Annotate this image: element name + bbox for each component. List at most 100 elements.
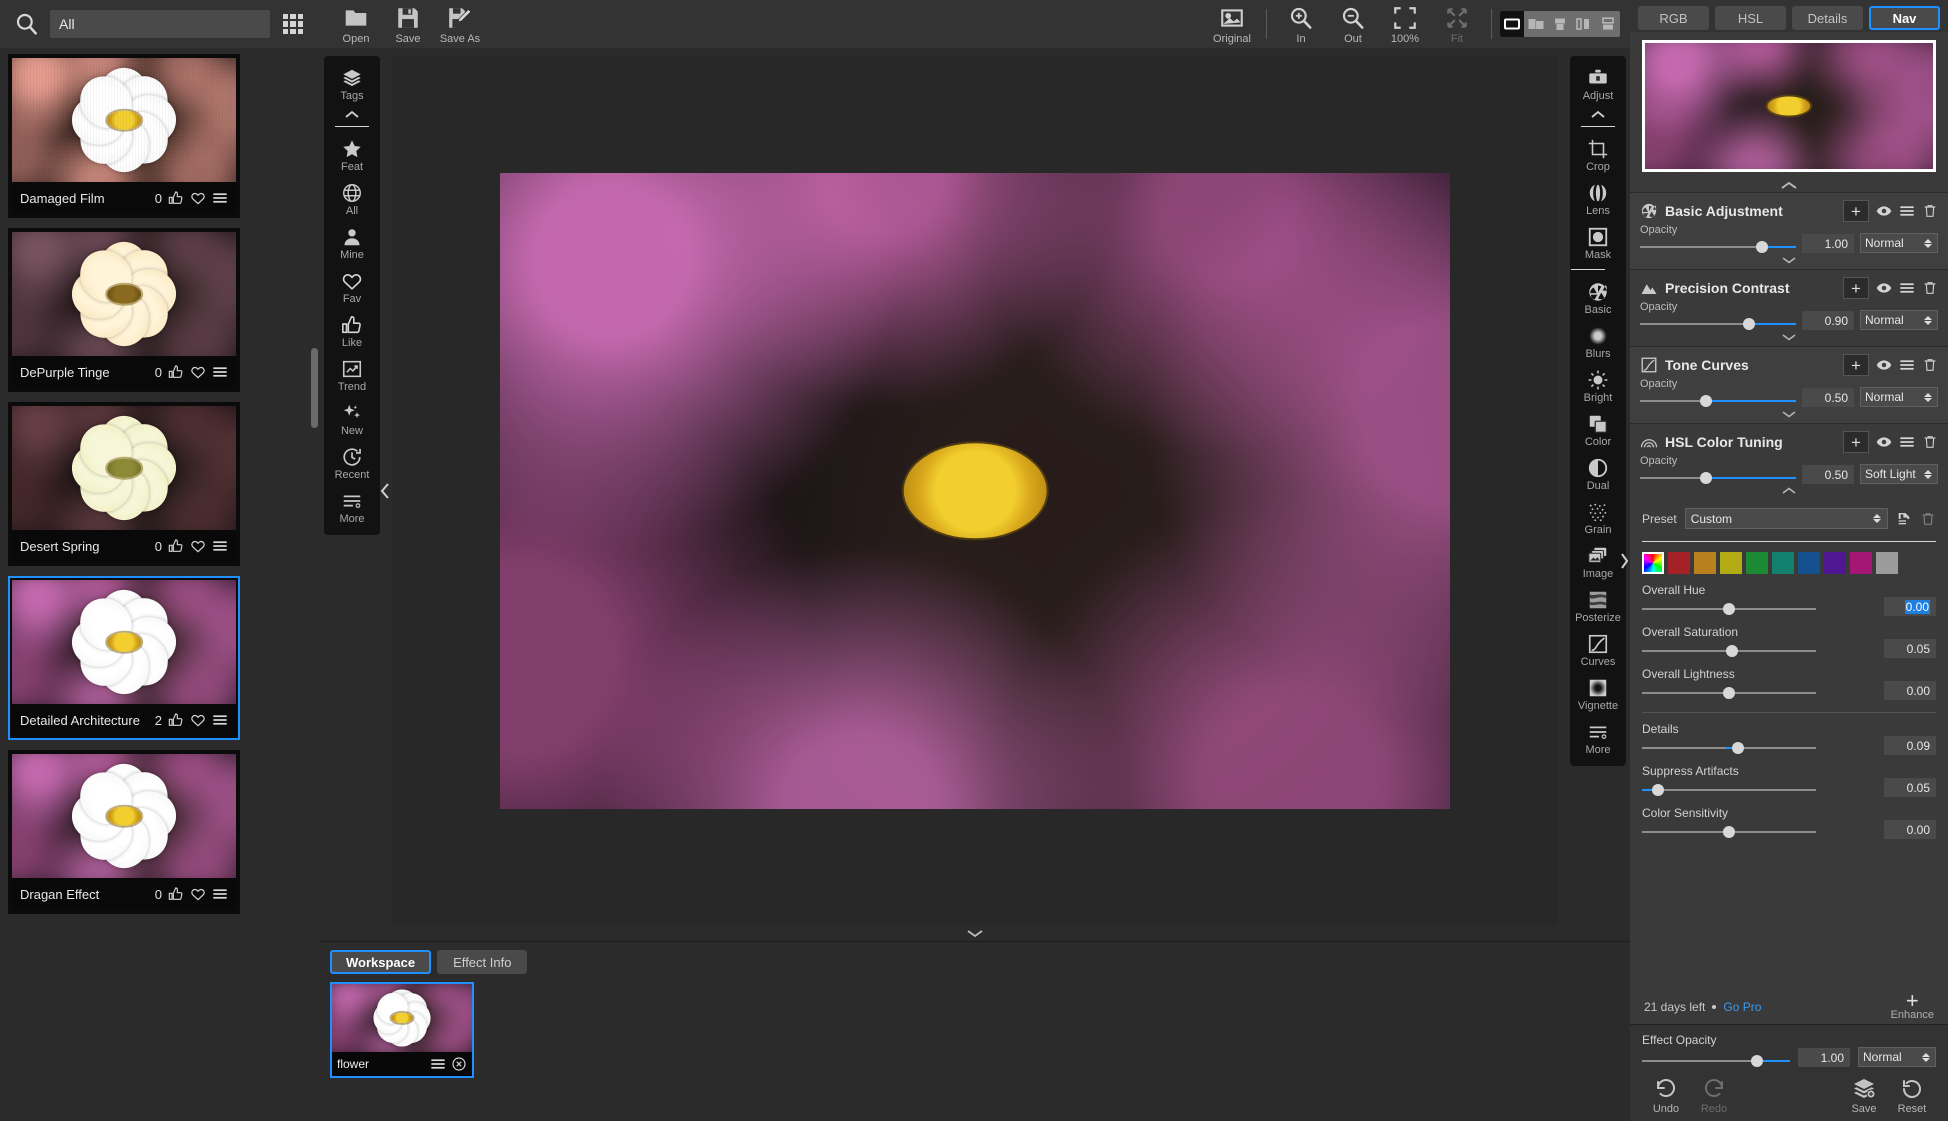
color-swatch-yellow[interactable] (1720, 552, 1742, 574)
rail-item-like[interactable]: Like (325, 309, 379, 353)
heart-icon[interactable] (190, 886, 206, 902)
trash-icon[interactable] (1922, 434, 1938, 450)
heart-icon[interactable] (190, 364, 206, 380)
view-mode-group[interactable] (1500, 11, 1620, 37)
search-input[interactable] (50, 10, 270, 38)
out-button[interactable]: Out (1327, 3, 1379, 45)
add-layer-button[interactable]: + (1843, 200, 1869, 222)
workspace-item[interactable]: flower (330, 982, 474, 1078)
rail-item-image[interactable]: Image (1571, 540, 1625, 584)
layer-expand-chevron[interactable] (1640, 484, 1938, 498)
layer-tone-curves[interactable]: Tone Curves+Opacity0.50Normal (1630, 346, 1948, 423)
opacity-value[interactable]: 0.90 (1802, 311, 1854, 330)
color-swatch-all-colors[interactable] (1642, 552, 1664, 574)
single-view[interactable] (1500, 11, 1524, 37)
hamburger-icon[interactable] (1899, 357, 1915, 373)
save-as-button[interactable]: Save As (434, 3, 486, 45)
thumbs-up-icon[interactable] (168, 364, 184, 380)
100-button[interactable]: 100% (1379, 3, 1431, 45)
eye-icon[interactable] (1876, 203, 1892, 219)
side-by-side-view[interactable] (1572, 11, 1596, 37)
slider-control[interactable] (1642, 742, 1816, 754)
save-preset-icon[interactable] (1896, 511, 1912, 527)
opacity-slider[interactable] (1640, 241, 1796, 253)
opacity-slider[interactable] (1640, 395, 1796, 407)
slider-control[interactable] (1642, 603, 1816, 615)
tab-workspace[interactable]: Workspace (330, 950, 431, 974)
add-layer-button[interactable]: + (1843, 277, 1869, 299)
preset-card[interactable]: Desert Spring0 (8, 402, 240, 566)
slider-control[interactable] (1642, 826, 1816, 838)
slider-value[interactable]: 0.00 (1884, 597, 1936, 616)
rail-item-all[interactable]: All (325, 177, 379, 221)
right-rail-collapse-chevron[interactable] (1590, 106, 1606, 122)
bottom-panel-collapse-chevron[interactable] (320, 925, 1630, 941)
color-swatch-red[interactable] (1668, 552, 1690, 574)
add-layer-button[interactable]: + (1843, 431, 1869, 453)
preset-card[interactable]: Detailed Architecture2 (8, 576, 240, 740)
hamburger-icon[interactable] (212, 538, 228, 554)
rail-item-lens[interactable]: Lens (1571, 177, 1625, 221)
tab-nav[interactable]: Nav (1869, 6, 1940, 30)
layer-precision-contrast[interactable]: Precision Contrast+Opacity0.90Normal (1630, 269, 1948, 346)
add-layer-button[interactable]: + (1843, 354, 1869, 376)
rail-header-adjust[interactable]: Adjust (1571, 62, 1625, 106)
eye-icon[interactable] (1876, 280, 1892, 296)
effect-opacity-slider[interactable] (1642, 1055, 1790, 1067)
preset-select[interactable]: Custom (1685, 508, 1888, 529)
rail-item-mine[interactable]: Mine (325, 221, 379, 265)
hamburger-icon[interactable] (212, 190, 228, 206)
save-button[interactable]: Save (1840, 1077, 1888, 1115)
left-rail-collapse-chevron[interactable] (344, 106, 360, 122)
slider-control[interactable] (1642, 687, 1816, 699)
color-swatch-blue[interactable] (1798, 552, 1820, 574)
in-button[interactable]: In (1275, 3, 1327, 45)
preset-card[interactable]: Dragan Effect0 (8, 750, 240, 914)
rail-item-posterize[interactable]: Posterize (1571, 584, 1625, 628)
color-swatch-orange[interactable] (1694, 552, 1716, 574)
eye-icon[interactable] (1876, 357, 1892, 373)
color-swatch-magenta[interactable] (1850, 552, 1872, 574)
color-swatch-purple[interactable] (1824, 552, 1846, 574)
layer-expand-chevron[interactable] (1640, 407, 1938, 421)
footer-button-row[interactable]: UndoRedoSaveReset (1642, 1077, 1936, 1115)
effect-blend-select[interactable]: Normal (1858, 1047, 1936, 1067)
opacity-slider[interactable] (1640, 318, 1796, 330)
rail-item-basic[interactable]: Basic (1571, 276, 1625, 320)
main-image-preview[interactable] (500, 173, 1450, 809)
trash-icon[interactable] (1922, 203, 1938, 219)
delete-preset-icon[interactable] (1920, 511, 1936, 527)
hamburger-icon[interactable] (1899, 280, 1915, 296)
trash-icon[interactable] (1922, 357, 1938, 373)
eye-icon[interactable] (1876, 434, 1892, 450)
thumbs-up-icon[interactable] (168, 886, 184, 902)
close-circle-icon[interactable] (451, 1056, 467, 1072)
opacity-value[interactable]: 0.50 (1802, 388, 1854, 407)
search-icon[interactable] (14, 11, 40, 37)
preset-list[interactable]: Damaged Film0DePurple Tinge0Desert Sprin… (0, 48, 320, 1121)
layer-hsl-color-tuning[interactable]: HSL Color Tuning+Opacity0.50Soft Light (1630, 423, 1948, 500)
navigator-preview[interactable] (1642, 40, 1936, 172)
slider-value[interactable]: 0.09 (1884, 736, 1936, 755)
rail-item-grain[interactable]: Grain (1571, 496, 1625, 540)
rail-item-bright[interactable]: Bright (1571, 364, 1625, 408)
split-vertical-view[interactable] (1524, 11, 1548, 37)
blend-mode-select[interactable]: Normal (1860, 387, 1938, 407)
collapse-right-panel-chevron[interactable] (1618, 541, 1630, 581)
rail-item-feat[interactable]: Feat (325, 133, 379, 177)
tab-details[interactable]: Details (1792, 6, 1863, 30)
rail-item-new[interactable]: New (325, 397, 379, 441)
original-button[interactable]: Original (1206, 3, 1258, 45)
opacity-value[interactable]: 1.00 (1802, 234, 1854, 253)
heart-icon[interactable] (190, 538, 206, 554)
hamburger-icon[interactable] (430, 1056, 446, 1072)
slider-value[interactable]: 0.00 (1884, 820, 1936, 839)
tab-hsl[interactable]: HSL (1715, 6, 1786, 30)
stacked-view[interactable] (1596, 11, 1620, 37)
rail-item-blurs[interactable]: Blurs (1571, 320, 1625, 364)
navigator-collapse-chevron[interactable] (1630, 178, 1948, 192)
reset-button[interactable]: Reset (1888, 1077, 1936, 1115)
preset-card[interactable]: Damaged Film0 (8, 54, 240, 218)
hamburger-icon[interactable] (212, 364, 228, 380)
rail-item-recent[interactable]: Recent (325, 441, 379, 485)
